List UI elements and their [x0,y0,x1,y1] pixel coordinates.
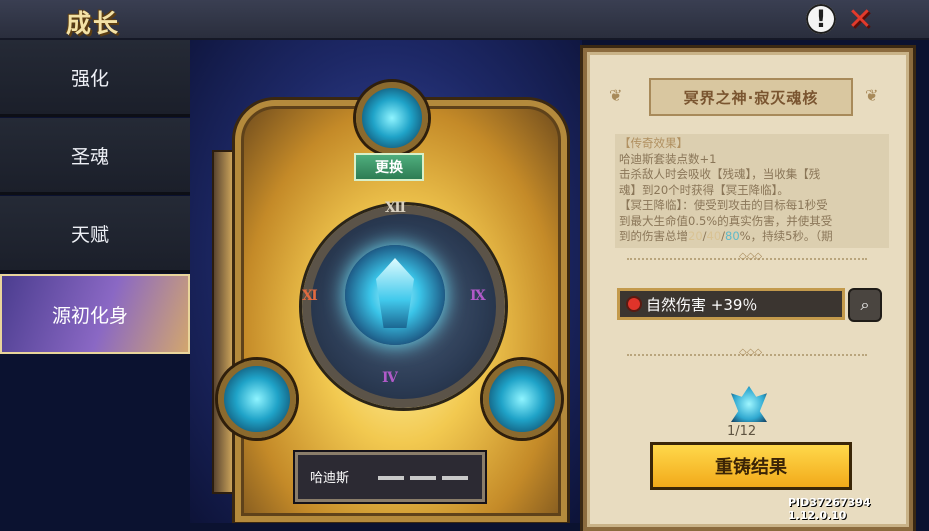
close-icon: ✕ [847,1,873,37]
avatar-scene: Ⅻ Ⅺ Ⅸ Ⅳ 更换 哈迪斯 [190,40,582,523]
tab-label: 强化 [70,67,109,90]
desc-value: 20 [688,229,703,243]
desc-line-last: 到的伤害总增20/40/80%，持续5秒。（期 [619,229,885,245]
left-slot-orb[interactable] [218,360,296,438]
tab-label: 天赋 [70,223,109,246]
top-bar: 成长 ! ✕ [0,0,929,40]
material-count: 1/12 [727,424,757,439]
detail-panel: ❦ 冥界之神·寂灭魂核 ❦ 【传奇效果】 哈迪斯套装点数+1 击杀敌人时会吸收【… [583,48,913,531]
desc-line: 【冥王降临】：使受到攻击的目标每1秒受 [619,198,828,212]
progress-dash [378,476,404,480]
desc-line: 哈迪斯套装点数+1 [619,151,717,166]
character-name: 哈迪斯 [310,471,350,486]
swap-button[interactable]: 更换 [354,153,424,181]
magnifier-icon: ⌕ [860,295,870,314]
rune-left: Ⅺ [302,288,318,304]
desc-value: 80 [725,229,740,243]
desc-line: 魂】到20个时获得【冥王降临】。 [619,182,789,197]
divider-ornament-icon: ◇◇◇ [739,251,763,262]
sidebar: 强化 圣魂 天赋 源初化身 [0,40,190,523]
title-ornament-left-icon: ❦ [609,86,623,105]
recast-label: 重铸结果 [715,457,787,478]
divider-ornament-icon: ◇◇◇ [739,347,763,358]
stat-bar: 自然伤害 +39％ [617,288,845,320]
top-slot-orb[interactable] [356,82,428,154]
info-icon: ! [815,5,827,33]
panel-title-text: 冥界之神·寂灭魂核 [683,88,819,107]
tab-strengthen[interactable]: 强化 [0,40,190,117]
rune-bottom: Ⅳ [382,370,398,386]
rune-right: Ⅸ [470,288,486,304]
tab-holy-soul[interactable]: 圣魂 [0,118,190,195]
tab-talent[interactable]: 天赋 [0,196,190,273]
rune-top: Ⅻ [385,200,407,216]
right-slot-orb[interactable] [483,360,561,438]
desc-line: 到最大生命值0.5%的真实伤害，并使其受 [619,213,833,228]
material-crystal-icon [731,386,767,422]
desc-text: 到的伤害总增 [619,229,688,243]
panel-title: 冥界之神·寂灭魂核 [649,78,853,116]
version-label: PID37267394 1.12.0.10 [788,496,871,522]
character-name-box: 哈迪斯 [295,452,485,502]
search-button[interactable]: ⌕ [848,288,882,322]
desc-line: 击杀敌人时会吸收【残魂】，当收集【残 [619,167,821,181]
swap-label: 更换 [375,160,403,176]
desc-text: %，持续5秒。（期 [739,229,833,243]
info-button[interactable]: ! [806,4,836,34]
progress-dash [410,476,436,480]
recast-result-button[interactable]: 重铸结果 [650,442,852,490]
desc-value: 40 [706,229,722,243]
close-button[interactable]: ✕ [845,1,875,37]
desc-header: 【传奇效果】 [619,136,688,150]
tab-origin-avatar[interactable]: 源初化身 [0,274,190,354]
tab-label: 源初化身 [51,304,128,327]
stat-text: 自然伤害 +39％ [646,295,758,314]
title-ornament-right-icon: ❦ [865,86,879,105]
effect-description[interactable]: 【传奇效果】 哈迪斯套装点数+1 击杀敌人时会吸收【残魂】，当收集【残 魂】到2… [615,134,889,248]
page-title: 成长 [66,9,121,38]
tab-label: 圣魂 [70,145,109,168]
gem-icon [628,298,640,310]
progress-dash [442,476,468,480]
